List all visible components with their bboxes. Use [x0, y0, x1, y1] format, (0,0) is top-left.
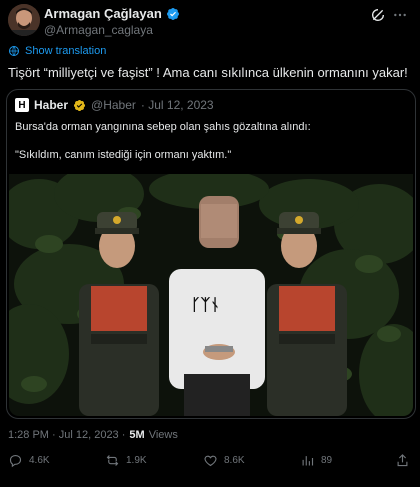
reply-count: 4.6K [29, 455, 50, 466]
quoted-header: H Haber @Haber · Jul 12, 2023 [15, 98, 214, 112]
quoted-name: Haber [34, 98, 69, 112]
like-button[interactable]: 8.6K [203, 453, 245, 468]
author-name-row: Armagan Çağlayan [44, 6, 180, 21]
arrest-photo-image: ᚴᛉᚾ [9, 174, 413, 416]
quoted-date: · Jul 12, 2023 [140, 98, 214, 112]
more-options-icon[interactable] [392, 7, 408, 23]
views-label: Views [148, 429, 178, 441]
author-name[interactable]: Armagan Çağlayan [44, 6, 162, 21]
grok-icon[interactable] [370, 7, 386, 23]
retweet-icon [106, 455, 119, 466]
reply-icon [9, 454, 22, 468]
quoted-handle: @Haber [91, 98, 136, 112]
bar-chart-icon [302, 456, 314, 466]
svg-text:ᚴᛉᚾ: ᚴᛉᚾ [191, 295, 220, 314]
quoted-photo[interactable]: ᚴᛉᚾ [9, 174, 413, 416]
views-button[interactable]: 89 [300, 453, 332, 468]
like-count: 8.6K [224, 455, 245, 466]
tweet-header: Armagan Çağlayan @Armagan_caglaya [8, 4, 412, 40]
retweet-count: 1.9K [126, 455, 147, 466]
quoted-text-line2: "Sıkıldım, canım istediği için ormanı ya… [15, 149, 232, 161]
globe-icon [9, 46, 19, 56]
time-date-label: 1:28 PM · Jul 12, 2023 · [8, 429, 126, 441]
heart-icon [204, 455, 217, 467]
retweet-button[interactable]: 1.9K [105, 453, 147, 468]
action-bar: 4.6K 1.9K 8.6K 89 [0, 453, 420, 477]
show-translation-label: Show translation [25, 45, 107, 57]
views-count: 5M [129, 429, 145, 441]
show-translation-link[interactable]: Show translation [8, 45, 106, 57]
tweet-text: Tişört “milliyetçi ve faşist” ! Ama canı… [8, 65, 408, 80]
quoted-text-line1: Bursa'da orman yangınına sebep olan şahı… [15, 121, 311, 133]
verified-badge-icon [166, 7, 179, 20]
author-avatar[interactable] [8, 4, 40, 36]
quoted-avatar-logo: H [15, 98, 29, 112]
gold-verified-badge-icon [73, 99, 86, 111]
quoted-tweet[interactable]: H Haber @Haber · Jul 12, 2023 Bursa'da o… [6, 89, 416, 419]
tweet-timestamp[interactable]: 1:28 PM · Jul 12, 2023 · 5M Views [8, 429, 178, 441]
share-button[interactable] [395, 453, 410, 468]
views-action-count: 89 [321, 455, 333, 466]
share-icon [397, 454, 408, 467]
author-handle[interactable]: @Armagan_caglaya [44, 23, 153, 37]
reply-button[interactable]: 4.6K [8, 453, 50, 468]
